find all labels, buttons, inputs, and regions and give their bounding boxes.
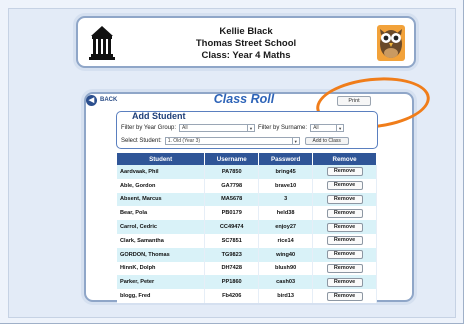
table-row: GORDON, Thomas TG9823 wing40 Remove bbox=[117, 247, 377, 262]
table-header-row: Student Username Password Remove bbox=[117, 153, 377, 165]
student-select[interactable]: 1. Old (Year 3) ▼ bbox=[164, 137, 300, 145]
select-student-row: Select Student: 1. Old (Year 3) ▼ Add to… bbox=[121, 137, 349, 145]
table-row: Absent, Marcus MA5678 3 Remove bbox=[117, 192, 377, 207]
page-title: Class Roll bbox=[213, 92, 275, 106]
column-header-password: Password bbox=[258, 153, 314, 165]
remove-button[interactable]: Remove bbox=[326, 263, 363, 273]
username: PA7850 bbox=[204, 165, 260, 179]
column-header-remove: Remove bbox=[312, 153, 377, 165]
chevron-down-icon: ▼ bbox=[247, 125, 254, 131]
school-name: Thomas Street School bbox=[195, 38, 297, 49]
column-header-username: Username bbox=[204, 153, 260, 165]
table-row: Clark, Samantha SC7851 rice14 Remove bbox=[117, 233, 377, 248]
username: MA5678 bbox=[204, 192, 260, 207]
username: TG9823 bbox=[204, 247, 260, 262]
select-student-label: Select Student: bbox=[121, 138, 162, 144]
surname-label: Filter by Surname: bbox=[258, 125, 308, 131]
username: Fb4206 bbox=[204, 289, 260, 303]
column-header-student: Student bbox=[117, 153, 206, 165]
password: rice14 bbox=[258, 233, 314, 248]
student-name: Parker, Peter bbox=[117, 275, 206, 290]
remove-button[interactable]: Remove bbox=[326, 194, 363, 204]
username: SC7851 bbox=[204, 233, 260, 248]
remove-button[interactable]: Remove bbox=[326, 222, 363, 232]
remove-button[interactable]: Remove bbox=[326, 277, 363, 287]
class-roll-table: Student Username Password Remove Aardvaa… bbox=[117, 153, 377, 303]
password: cash03 bbox=[258, 275, 314, 290]
student-name: Able, Gordon bbox=[117, 178, 206, 193]
password: bird13 bbox=[258, 289, 314, 303]
password: wing40 bbox=[258, 247, 314, 262]
table-row: Aardvaak, Phil PA7850 bring45 Remove bbox=[117, 165, 377, 179]
add-to-class-button[interactable]: Add to Class bbox=[304, 137, 349, 145]
student-name: blogg, Fred bbox=[117, 289, 206, 303]
chevron-down-icon: ▼ bbox=[336, 125, 343, 131]
table-row: Parker, Peter PP1860 cash03 Remove bbox=[117, 275, 377, 290]
back-label: BACK bbox=[100, 97, 118, 103]
table-row: Bear, Pola PB0179 held38 Remove bbox=[117, 206, 377, 221]
password: 3 bbox=[258, 192, 314, 207]
username: PB0179 bbox=[204, 206, 260, 221]
remove-button[interactable]: Remove bbox=[326, 236, 363, 246]
student-name: Carrol, Cedric bbox=[117, 220, 206, 234]
student-name: Aardvaak, Phil bbox=[117, 165, 206, 179]
username: CC49474 bbox=[204, 220, 260, 234]
app-stage: Kellie Black Thomas Street School Class:… bbox=[0, 0, 464, 324]
arrow-left-icon: ◀ bbox=[86, 94, 97, 106]
username: DH7428 bbox=[204, 261, 260, 276]
student-name: GORDON, Thomas bbox=[117, 247, 206, 262]
surname-select[interactable]: All ▼ bbox=[310, 124, 345, 132]
teacher-name: Kellie Black bbox=[219, 26, 273, 37]
student-name: HinnK, Dolph bbox=[117, 261, 206, 276]
student-name: Clark, Samantha bbox=[117, 233, 206, 248]
back-button[interactable]: ◀ BACK bbox=[86, 94, 117, 106]
header-text: Kellie Black Thomas Street School Class:… bbox=[78, 26, 414, 62]
table-row: Carrol, Cedric CC49474 enjoy27 Remove bbox=[117, 220, 377, 234]
year-group-filter-row: Filter by Year Group: All ▼ Filter by Su… bbox=[121, 124, 345, 132]
chevron-down-icon: ▼ bbox=[291, 138, 299, 144]
year-group-select[interactable]: All ▼ bbox=[179, 124, 256, 132]
table-row: HinnK, Dolph DH7428 blush90 Remove bbox=[117, 261, 377, 276]
password: brave10 bbox=[258, 178, 314, 193]
password: bring45 bbox=[258, 165, 314, 179]
header-card: Kellie Black Thomas Street School Class:… bbox=[76, 16, 416, 68]
password: enjoy27 bbox=[258, 220, 314, 234]
password: blush90 bbox=[258, 261, 314, 276]
password: held38 bbox=[258, 206, 314, 221]
remove-button[interactable]: Remove bbox=[326, 181, 363, 191]
year-group-label: Filter by Year Group: bbox=[121, 125, 177, 131]
username: GA7798 bbox=[204, 178, 260, 193]
owl-mascot-icon bbox=[376, 24, 406, 62]
class-label: Class: Year 4 Maths bbox=[201, 50, 291, 61]
remove-button[interactable]: Remove bbox=[326, 291, 363, 301]
table-row: Able, Gordon GA7798 brave10 Remove bbox=[117, 178, 377, 193]
student-name: Bear, Pola bbox=[117, 206, 206, 221]
remove-button[interactable]: Remove bbox=[326, 250, 363, 260]
remove-button[interactable]: Remove bbox=[326, 208, 363, 218]
table-row: blogg, Fred Fb4206 bird13 Remove bbox=[117, 289, 377, 303]
username: PP1860 bbox=[204, 275, 260, 290]
remove-button[interactable]: Remove bbox=[326, 167, 363, 177]
student-name: Absent, Marcus bbox=[117, 192, 206, 207]
add-student-title: Add Student bbox=[132, 111, 186, 121]
